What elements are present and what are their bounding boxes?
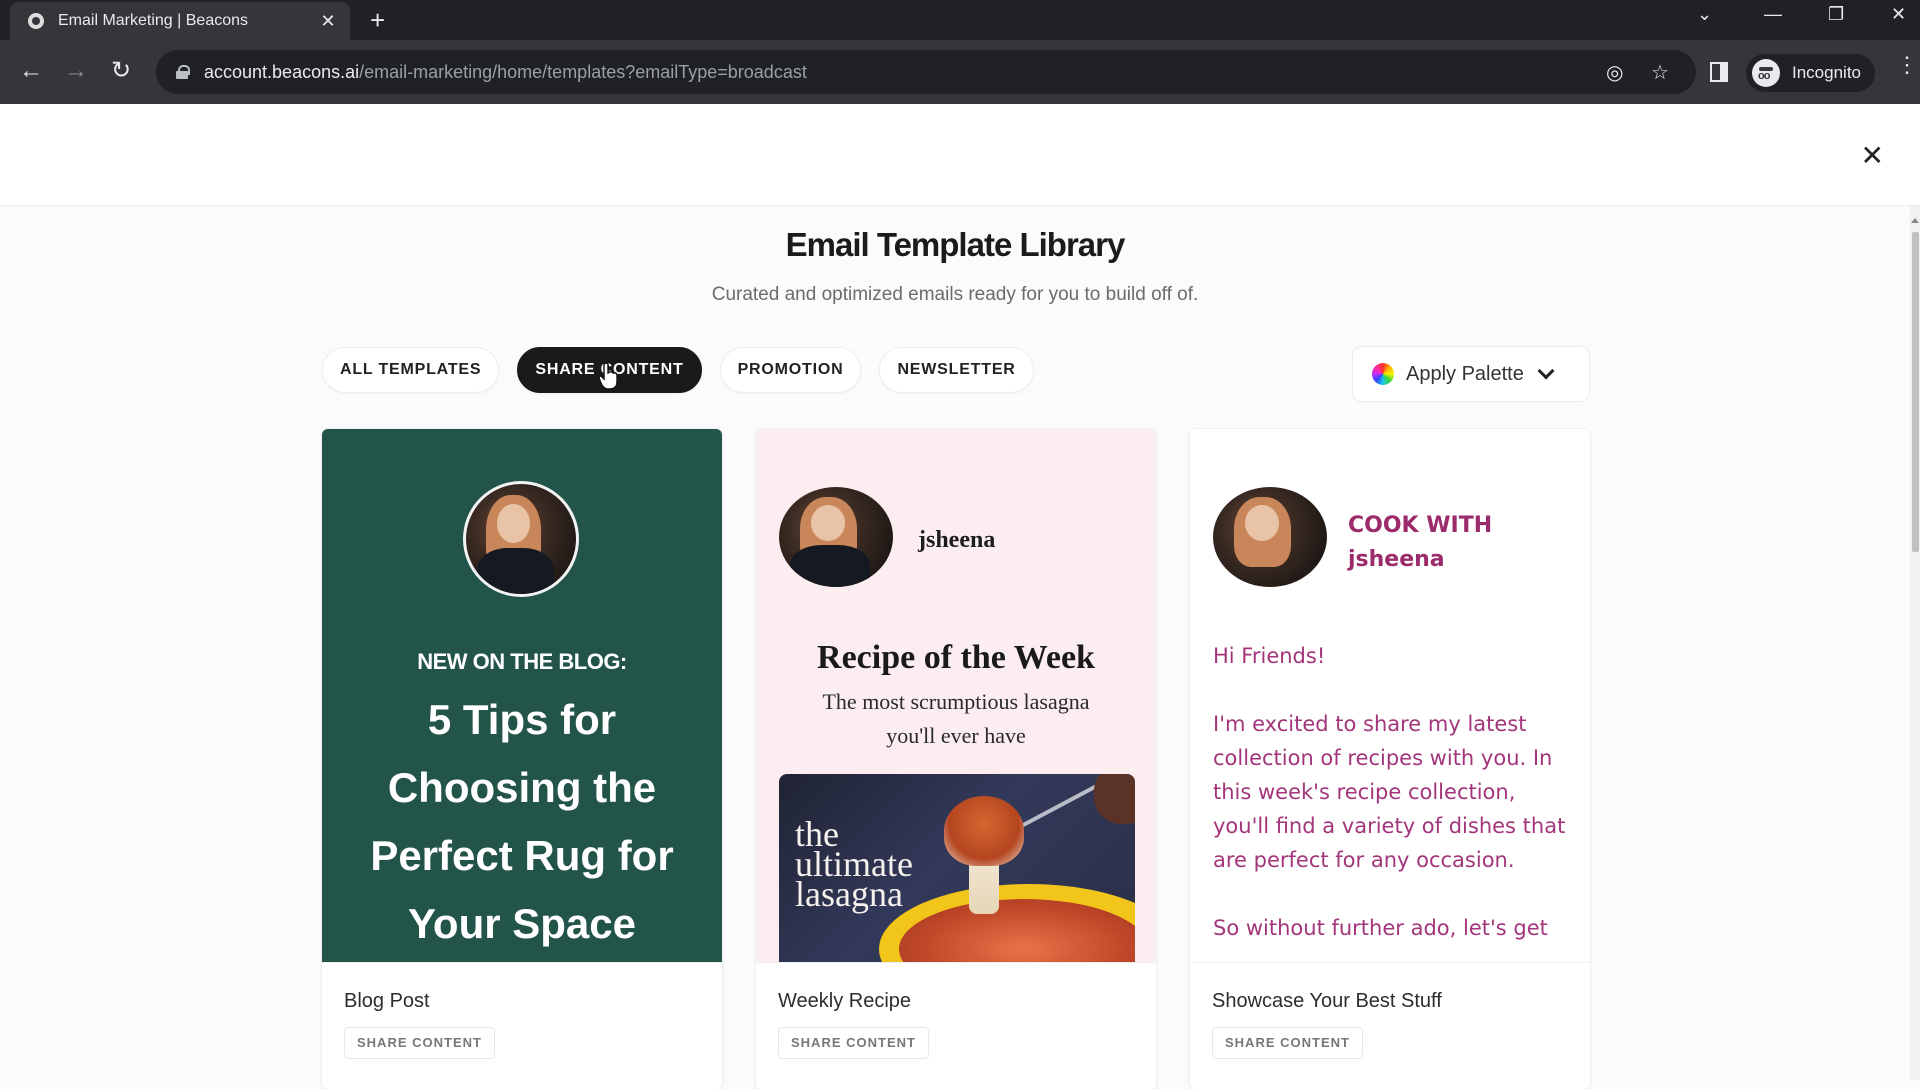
template-card-showcase[interactable]: COOK WITH jsheena Hi Friends! I'm excite… [1190, 429, 1590, 1089]
lock-icon[interactable] [176, 65, 190, 79]
back-button[interactable]: ← [16, 56, 46, 86]
forward-button[interactable]: → [61, 56, 91, 86]
chevron-down-icon [1537, 362, 1555, 380]
address-bar[interactable]: account.beacons.ai/email-marketing/home/… [156, 50, 1696, 94]
hand-cursor-icon [598, 362, 618, 390]
category-badge: SHARE CONTENT [1212, 1027, 1363, 1059]
filter-promotion[interactable]: PROMOTION [719, 347, 862, 393]
preview-body: Hi Friends! I'm excited to share my late… [1213, 639, 1573, 962]
page-scrollbar[interactable] [1910, 206, 1920, 1080]
incognito-label: Incognito [1792, 63, 1861, 82]
close-tab-icon[interactable]: ✕ [318, 11, 338, 32]
filter-all-templates[interactable]: ALL TEMPLATES [322, 347, 500, 393]
tab-search-icon[interactable]: ⌄ [1697, 4, 1712, 25]
template-preview[interactable]: jsheena Recipe of the Week The most scru… [756, 429, 1156, 962]
template-preview[interactable]: COOK WITH jsheena Hi Friends! I'm excite… [1190, 429, 1590, 962]
filter-newsletter[interactable]: NEWSLETTER [879, 347, 1034, 393]
tab-title: Email Marketing | Beacons [58, 12, 249, 29]
minimize-button[interactable]: — [1764, 4, 1782, 25]
template-card-weekly-recipe[interactable]: jsheena Recipe of the Week The most scru… [756, 429, 1156, 1089]
side-panel-icon[interactable] [1710, 62, 1728, 82]
category-badge: SHARE CONTENT [778, 1027, 929, 1059]
template-name: Weekly Recipe [778, 990, 912, 1012]
tracking-protection-icon[interactable]: ◎ [1606, 60, 1623, 85]
close-window-button[interactable]: ✕ [1891, 4, 1906, 25]
preview-username: jsheena [918, 527, 996, 553]
scrollbar-thumb[interactable] [1912, 232, 1919, 552]
browser-tab[interactable]: Email Marketing | Beacons ✕ [10, 2, 350, 40]
color-wheel-icon [1372, 363, 1394, 385]
category-badge: SHARE CONTENT [344, 1027, 495, 1059]
bookmark-star-icon[interactable]: ☆ [1651, 60, 1669, 85]
close-modal-icon[interactable]: ✕ [1861, 142, 1884, 170]
browser-tab-bar: Email Marketing | Beacons ✕ + ⌄ — ❐ ✕ [0, 0, 1920, 40]
template-filter-tabs: ALL TEMPLATES SHARE CONTENT PROMOTION NE… [322, 347, 1034, 393]
preview-paragraph-cut: So without further ado, let's get [1213, 916, 1548, 940]
reload-button[interactable]: ↻ [106, 56, 136, 86]
lasagna-photo: the ultimate lasagna [779, 774, 1135, 962]
preview-greeting: Hi Friends! [1213, 644, 1326, 668]
template-preview[interactable]: NEW ON THE BLOG: 5 Tips for Choosing the… [322, 429, 722, 962]
photo-overlay-text: the ultimate lasagna [795, 814, 913, 914]
url-host: account.beacons.ai [204, 61, 360, 82]
page-subtitle: Curated and optimized emails ready for y… [711, 284, 1199, 305]
avatar [1213, 487, 1327, 587]
template-card-blog-post[interactable]: NEW ON THE BLOG: 5 Tips for Choosing the… [322, 429, 722, 1089]
url-path: /email-marketing/home/templates?emailTyp… [359, 61, 807, 82]
restore-button[interactable]: ❐ [1828, 4, 1844, 25]
apply-palette-dropdown[interactable]: Apply Palette [1352, 346, 1590, 402]
template-name: Blog Post [344, 990, 430, 1012]
browser-toolbar: ← → ↻ account.beacons.ai/email-marketing… [0, 40, 1920, 104]
new-tab-button[interactable]: + [370, 6, 385, 34]
page-title: Email Template Library [785, 226, 1126, 263]
incognito-profile-button[interactable]: Incognito [1746, 54, 1875, 92]
preview-headline: 5 Tips for Choosing the Perfect Rug for … [370, 696, 674, 947]
template-meta: Blog Post SHARE CONTENT [322, 962, 722, 1089]
browser-menu-icon[interactable]: ⋮ [1896, 54, 1918, 76]
avatar [779, 487, 893, 587]
preview-paragraph: I'm excited to share my latest collectio… [1213, 712, 1566, 872]
preview-title: Recipe of the Week [817, 639, 1095, 676]
beacons-favicon-icon [28, 13, 44, 29]
incognito-icon [1752, 59, 1780, 87]
avatar [463, 481, 579, 597]
template-meta: Weekly Recipe SHARE CONTENT [756, 962, 1156, 1089]
preview-subtitle: The most scrumptious lasagna you'll ever… [822, 689, 1090, 748]
preview-kicker: NEW ON THE BLOG: [417, 649, 627, 674]
preview-brand: COOK WITH jsheena [1348, 513, 1493, 572]
template-meta: Showcase Your Best Stuff SHARE CONTENT [1190, 962, 1590, 1089]
apply-palette-label: Apply Palette [1406, 362, 1524, 385]
scroll-up-arrow-icon[interactable] [1911, 218, 1919, 223]
template-name: Showcase Your Best Stuff [1212, 990, 1442, 1012]
modal-header: ✕ [0, 104, 1920, 206]
